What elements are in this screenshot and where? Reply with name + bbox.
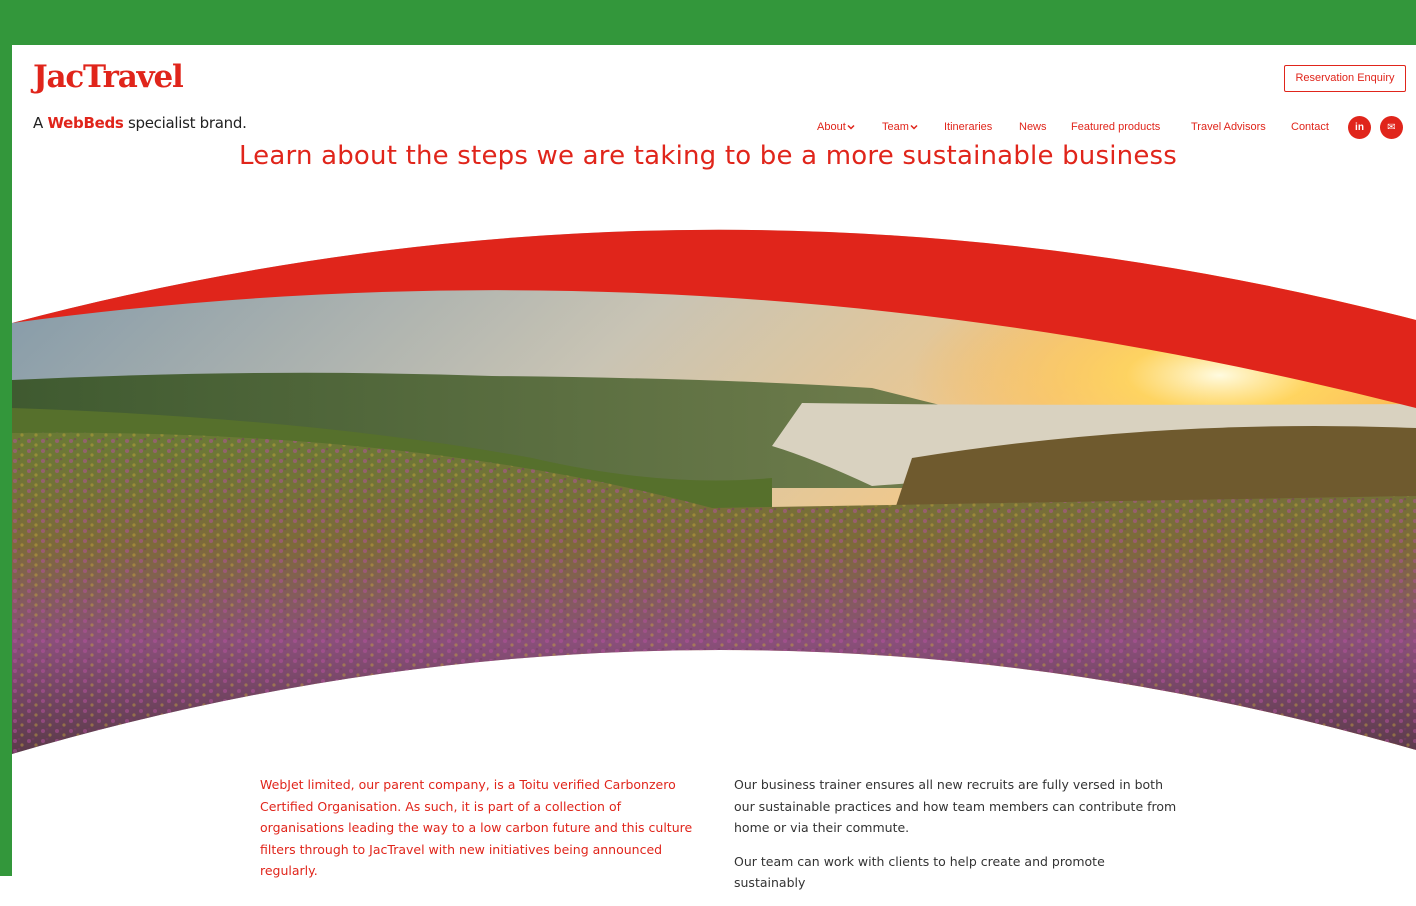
- chevron-down-icon: [910, 124, 918, 130]
- linkedin-icon[interactable]: in: [1348, 116, 1371, 139]
- email-icon[interactable]: ✉: [1380, 116, 1403, 139]
- paragraph: WebJet limited, our parent company, is a…: [260, 777, 693, 878]
- page-headline: Learn about the steps we are taking to b…: [238, 141, 1178, 172]
- nav-item-contact[interactable]: Contact: [1291, 121, 1329, 133]
- nav-item-team[interactable]: Team: [882, 121, 918, 133]
- nav-item-about[interactable]: About: [817, 121, 855, 133]
- nav-item-featured-products[interactable]: Featured products: [1071, 121, 1160, 133]
- nav-item-itineraries[interactable]: Itineraries: [944, 121, 992, 133]
- jactravel-logo[interactable]: JacTravel: [33, 59, 184, 95]
- intro-text-right: Our business trainer ensures all new rec…: [734, 774, 1180, 906]
- nav-item-news[interactable]: News: [1019, 121, 1047, 133]
- webbeds-logo: WebBeds: [47, 114, 124, 132]
- webbeds-tagline: A WebBeds specialist brand.: [33, 114, 247, 132]
- nav-item-label: Team: [882, 121, 909, 133]
- tagline-prefix: A: [33, 114, 43, 132]
- hero-image: [12, 229, 1416, 754]
- nav-item-travel-advisors[interactable]: Travel Advisors: [1191, 121, 1266, 133]
- tagline-suffix: specialist brand.: [128, 114, 247, 132]
- chevron-down-icon: [847, 124, 855, 130]
- top-frame-band: [0, 0, 1416, 45]
- nav-item-label: About: [817, 121, 846, 133]
- paragraph: Our business trainer ensures all new rec…: [734, 777, 1177, 835]
- reservation-enquiry-button[interactable]: Reservation Enquiry: [1284, 65, 1406, 92]
- paragraph: Our team can work with clients to help c…: [734, 853, 1105, 891]
